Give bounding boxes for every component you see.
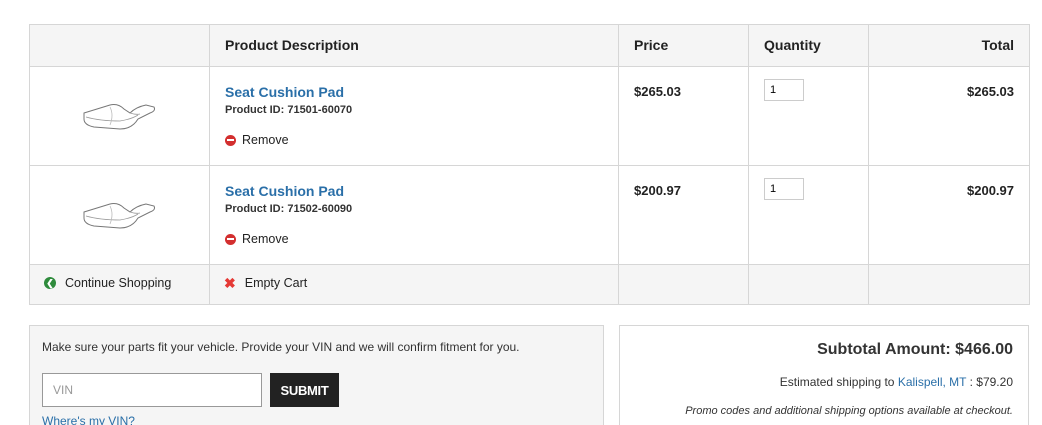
product-id: Product ID: 71502-60090 xyxy=(225,203,353,215)
continue-shopping-label: Continue Shopping xyxy=(65,276,172,290)
header-image xyxy=(29,24,210,67)
remove-button[interactable]: Remove xyxy=(225,133,603,147)
continue-shopping-button[interactable]: ❮ Continue Shopping xyxy=(44,276,195,290)
order-summary: Subtotal Amount: $466.00 Estimated shipp… xyxy=(619,325,1029,425)
product-id: Product ID: 71501-60070 xyxy=(225,104,353,116)
quantity-input[interactable] xyxy=(764,79,804,101)
header-price: Price xyxy=(618,24,749,67)
footer-empty-cell xyxy=(618,264,749,305)
arrow-left-circle-icon: ❮ xyxy=(44,277,56,289)
remove-icon xyxy=(225,134,236,146)
empty-cart-button[interactable]: ✖ Empty Cart xyxy=(224,276,604,290)
wheres-my-vin-link[interactable]: Where's my VIN? xyxy=(42,414,591,425)
shipping-prefix: Estimated shipping to xyxy=(779,375,898,389)
vin-message: Make sure your parts fit your vehicle. P… xyxy=(42,340,520,354)
remove-button[interactable]: Remove xyxy=(225,232,603,246)
product-image-cell xyxy=(29,165,210,265)
remove-label: Remove xyxy=(242,232,289,246)
submit-button[interactable]: SUBMIT xyxy=(270,373,339,407)
cart-table: Product Description Price Quantity Total… xyxy=(29,24,1030,305)
header-quantity: Quantity xyxy=(748,24,869,67)
empty-cart-cell: ✖ Empty Cart xyxy=(209,264,619,305)
vin-panel: Make sure your parts fit your vehicle. P… xyxy=(29,325,604,425)
vin-input[interactable] xyxy=(42,373,262,407)
empty-cart-label: Empty Cart xyxy=(244,276,308,290)
product-description-cell: Seat Cushion Pad Product ID: 71502-60090… xyxy=(209,165,619,265)
cart-footer-row: ❮ Continue Shopping ✖ Empty Cart xyxy=(29,264,1030,305)
total-cell: $200.97 xyxy=(868,165,1030,265)
product-image-cell xyxy=(29,66,210,166)
shipping-cost: : $79.20 xyxy=(966,375,1013,389)
vin-form: SUBMIT xyxy=(42,373,591,407)
quantity-input[interactable] xyxy=(764,178,804,200)
seat-cushion-image[interactable] xyxy=(80,99,160,133)
estimated-shipping: Estimated shipping to Kalispell, MT : $7… xyxy=(635,375,1013,389)
cart-row: Seat Cushion Pad Product ID: 71501-60070… xyxy=(29,66,1030,166)
remove-label: Remove xyxy=(242,133,289,147)
cart-row: Seat Cushion Pad Product ID: 71502-60090… xyxy=(29,165,1030,265)
total-cell: $265.03 xyxy=(868,66,1030,166)
product-name-link[interactable]: Seat Cushion Pad xyxy=(225,84,603,100)
seat-cushion-image[interactable] xyxy=(80,198,160,232)
product-name-link[interactable]: Seat Cushion Pad xyxy=(225,183,603,199)
header-total: Total xyxy=(868,24,1030,67)
price-cell: $200.97 xyxy=(618,165,749,265)
price-cell: $265.03 xyxy=(618,66,749,166)
quantity-cell xyxy=(748,66,869,166)
close-icon: ✖ xyxy=(224,275,236,291)
header-description: Product Description xyxy=(209,24,619,67)
continue-cell: ❮ Continue Shopping xyxy=(29,264,210,305)
cart-header-row: Product Description Price Quantity Total xyxy=(29,24,1030,67)
shipping-location-link[interactable]: Kalispell, MT xyxy=(898,375,966,389)
footer-empty-cell xyxy=(868,264,1030,305)
subtotal-amount: Subtotal Amount: $466.00 xyxy=(817,341,1013,358)
promo-note: Promo codes and additional shipping opti… xyxy=(685,405,1013,417)
footer-empty-cell xyxy=(748,264,869,305)
remove-icon xyxy=(225,233,236,245)
product-description-cell: Seat Cushion Pad Product ID: 71501-60070… xyxy=(209,66,619,166)
quantity-cell xyxy=(748,165,869,265)
